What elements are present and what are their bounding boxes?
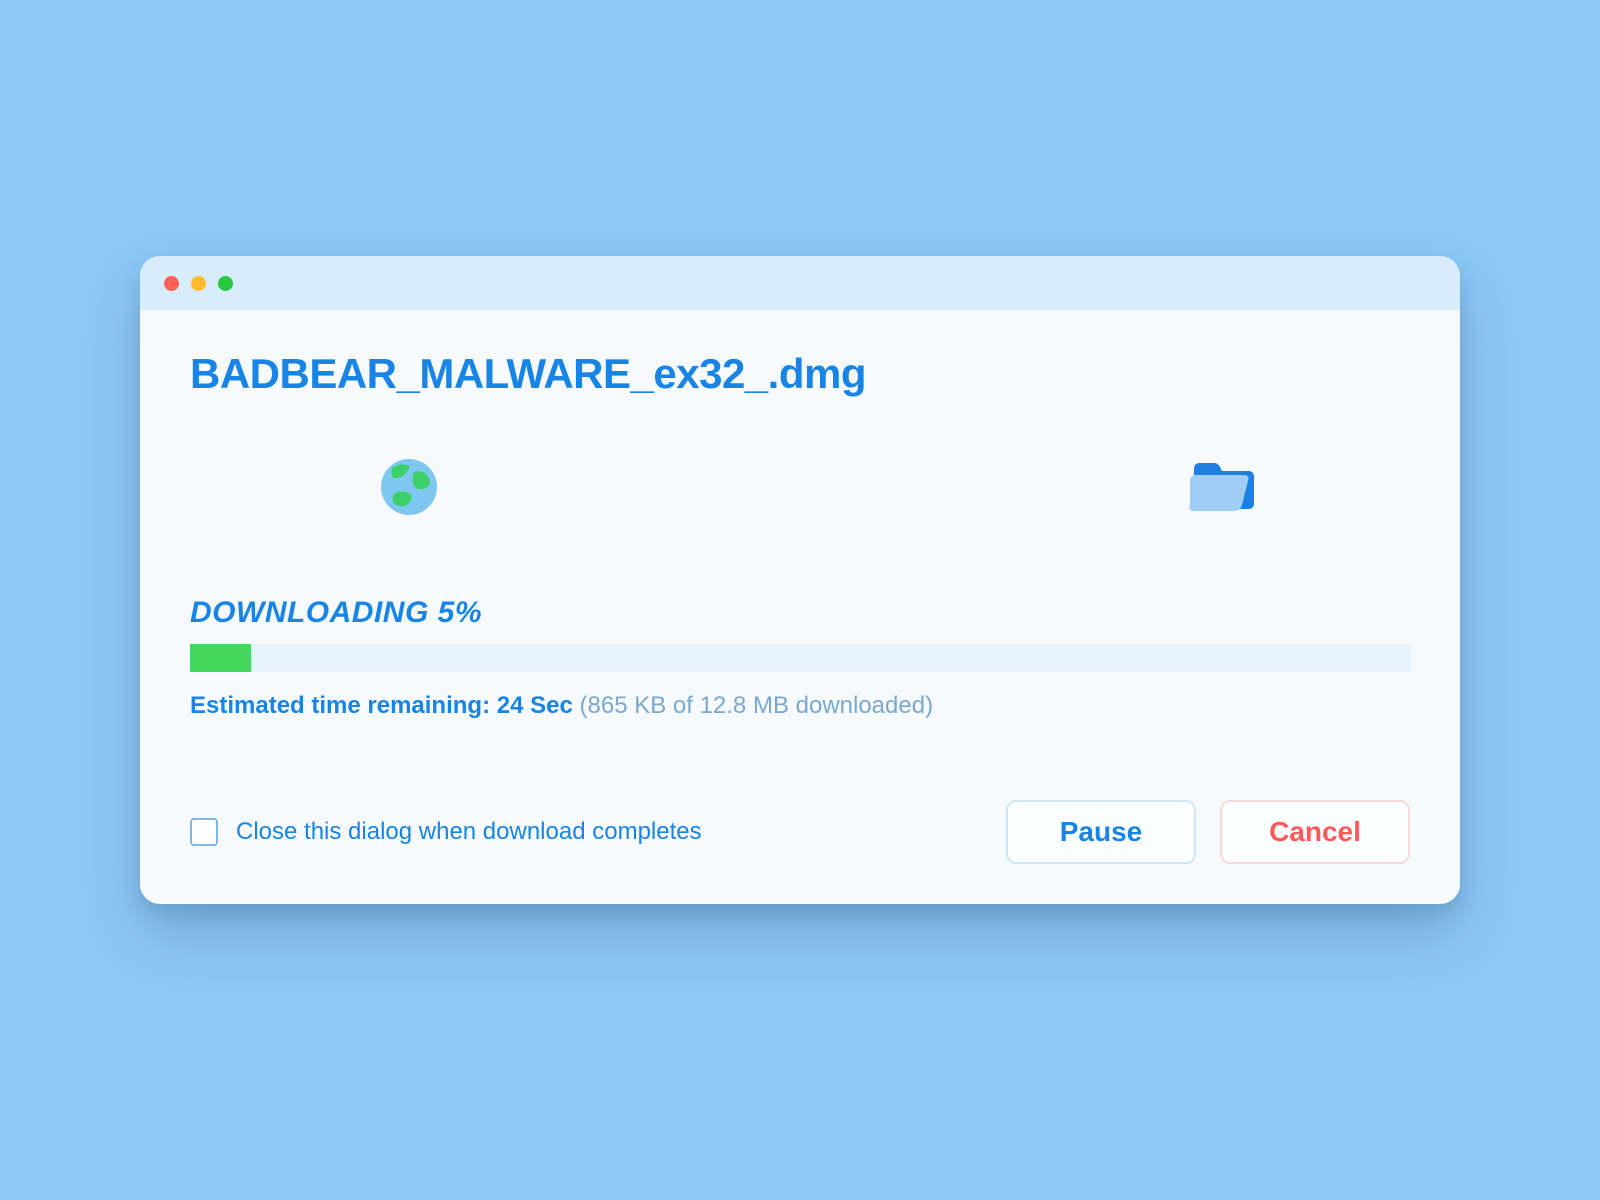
- pause-button[interactable]: Pause: [1006, 800, 1196, 864]
- close-on-complete-checkbox[interactable]: [190, 818, 218, 846]
- estimate-time: 24 Sec: [497, 692, 573, 719]
- progress-bar: [190, 644, 1410, 672]
- download-dialog: BADBEAR_MALWARE_ex32_.dmg DOWNLOADING: [140, 256, 1460, 904]
- status-prefix: DOWNLOADING: [190, 596, 429, 629]
- close-window-button[interactable]: [164, 276, 179, 291]
- cancel-button[interactable]: Cancel: [1220, 800, 1410, 864]
- estimate-line: Estimated time remaining: 24 Sec (865 KB…: [190, 692, 1410, 720]
- dialog-content: BADBEAR_MALWARE_ex32_.dmg DOWNLOADING: [140, 310, 1460, 904]
- minimize-window-button[interactable]: [191, 276, 206, 291]
- status-percent: 5%: [438, 596, 482, 629]
- estimate-prefix: Estimated time remaining:: [190, 692, 490, 719]
- folder-icon: [1188, 459, 1260, 515]
- transfer-illustration: [190, 458, 1410, 516]
- maximize-window-button[interactable]: [218, 276, 233, 291]
- close-on-complete-label: Close this dialog when download complete…: [236, 818, 702, 846]
- close-on-complete-option: Close this dialog when download complete…: [190, 818, 702, 846]
- estimate-bytes: (865 KB of 12.8 MB downloaded): [580, 692, 934, 719]
- download-status: DOWNLOADING 5%: [190, 596, 1410, 630]
- globe-icon: [380, 458, 438, 516]
- window-controls: [164, 276, 233, 291]
- file-name: BADBEAR_MALWARE_ex32_.dmg: [190, 350, 1410, 398]
- dialog-footer: Close this dialog when download complete…: [190, 800, 1410, 864]
- progress-fill: [190, 644, 251, 672]
- action-buttons: Pause Cancel: [1006, 800, 1410, 864]
- titlebar: [140, 256, 1460, 310]
